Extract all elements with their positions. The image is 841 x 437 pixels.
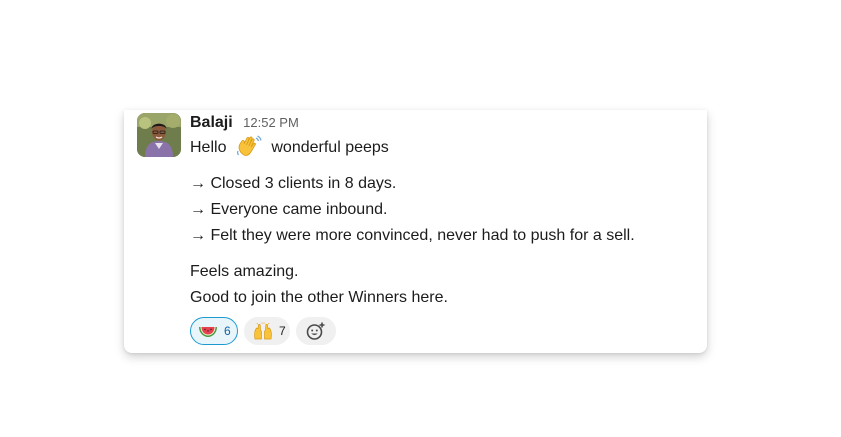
bullet-line: → Everyone came inbound. <box>190 201 388 218</box>
add-reaction-button[interactable] <box>296 317 336 345</box>
watermelon-icon <box>199 327 217 337</box>
add-reaction-icon <box>306 322 325 340</box>
greeting-text: Hello <box>190 139 227 156</box>
message-card: Balaji 12:52 PM Hello wonderful peeps → … <box>124 110 707 353</box>
avatar-photo <box>137 113 181 157</box>
bullet-line: → Closed 3 clients in 8 days. <box>190 175 397 192</box>
message-header: Balaji 12:52 PM <box>190 112 697 134</box>
avatar[interactable] <box>137 113 181 157</box>
greeting-text-end: wonderful peeps <box>271 139 389 156</box>
reaction-count: 6 <box>224 324 231 338</box>
closing-line: Feels amazing. <box>190 263 299 280</box>
author-name[interactable]: Balaji <box>190 114 233 131</box>
message-body: Balaji 12:52 PM Hello wonderful peeps → … <box>190 112 697 311</box>
waving-hand-icon <box>235 134 263 158</box>
greeting-line: Hello wonderful peeps <box>190 134 697 161</box>
reaction-raised-hands[interactable]: 7 <box>244 317 290 345</box>
closing-line: Good to join the other Winners here. <box>190 289 448 306</box>
raised-hands-icon <box>254 322 272 340</box>
bullet-line: → Felt they were more convinced, never h… <box>190 227 635 244</box>
timestamp[interactable]: 12:52 PM <box>243 115 299 130</box>
reaction-watermelon[interactable]: 6 <box>190 317 238 345</box>
reaction-count: 7 <box>279 324 286 338</box>
